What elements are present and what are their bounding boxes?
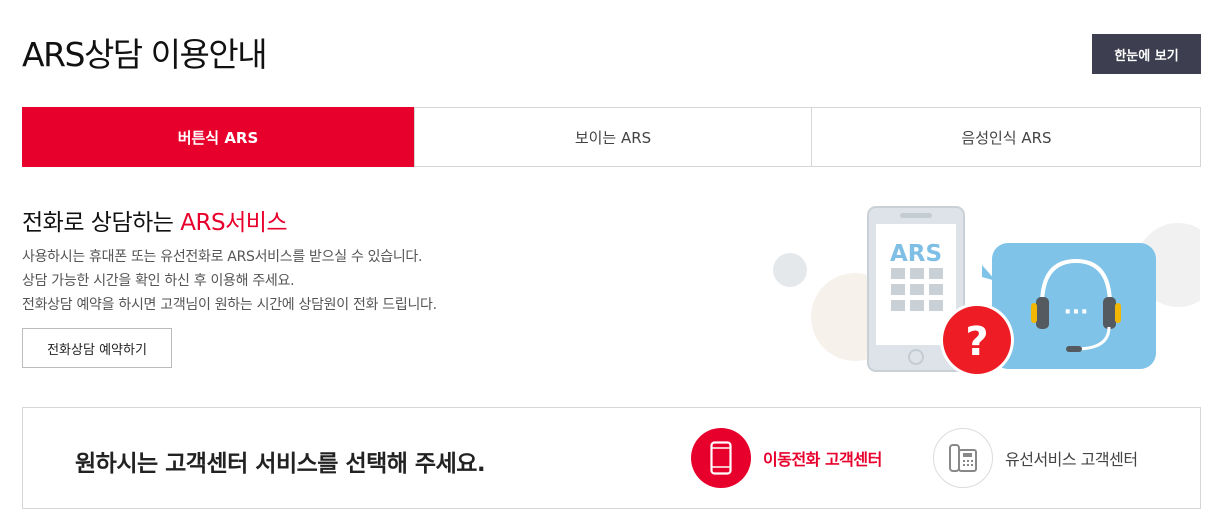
overview-button[interactable]: 한눈에 보기 (1092, 34, 1201, 74)
ars-illustration: ARS ··· ? (773, 206, 1200, 377)
service-select-box: 원하시는 고객센터 서비스를 선택해 주세요. 이동전화 고객센터 유선서비스 (22, 407, 1201, 509)
deco-circle (773, 253, 807, 287)
tab-button-ars[interactable]: 버튼식 ARS (22, 107, 414, 167)
question-mark-text: ? (965, 319, 988, 365)
question-mark-icon: ? (940, 303, 1014, 377)
mobile-phone-icon (691, 428, 751, 488)
intro-headline: 전화로 상담하는 ARS서비스 (22, 203, 288, 237)
wired-service-center-option[interactable]: 유선서비스 고객센터 (933, 428, 1138, 488)
tab-visible-ars[interactable]: 보이는 ARS (414, 108, 811, 166)
intro-description: 사용하시는 휴대폰 또는 유선전화로 ARS서비스를 받으실 수 있습니다. 상… (22, 245, 437, 317)
phone-screen-text: ARS (890, 241, 942, 267)
ars-type-tabs: 버튼식 ARS 보이는 ARS 음성인식 ARS (22, 107, 1201, 167)
wired-service-center-label: 유선서비스 고객센터 (1005, 450, 1138, 469)
reserve-call-button[interactable]: 전화상담 예약하기 (22, 328, 172, 368)
headline-prefix: 전화로 상담하는 (22, 210, 181, 236)
tab-voice-ars[interactable]: 음성인식 ARS (811, 108, 1201, 166)
description-line: 상담 가능한 시간을 확인 하신 후 이용해 주세요. (22, 273, 295, 289)
page-title: ARS상담 이용안내 (22, 35, 268, 74)
description-line: 전화상담 예약을 하시면 고객님이 원하는 시간에 상담원이 전화 드립니다. (22, 297, 437, 313)
headline-accent: ARS서비스 (180, 210, 288, 236)
mobile-service-center-option[interactable]: 이동전화 고객센터 (691, 428, 882, 488)
service-select-title: 원하시는 고객센터 서비스를 선택해 주세요. (75, 451, 486, 477)
description-line: 사용하시는 휴대폰 또는 유선전화로 ARS서비스를 받으실 수 있습니다. (22, 249, 423, 265)
desk-phone-icon (933, 428, 993, 488)
mobile-service-center-label: 이동전화 고객센터 (763, 450, 882, 469)
bubble-dots: ··· (1063, 300, 1088, 325)
